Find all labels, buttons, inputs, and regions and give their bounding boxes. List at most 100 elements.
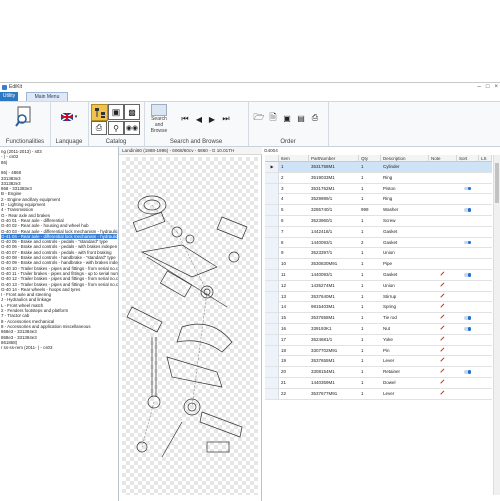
table-row[interactable]: 19 3537655M1 1 Lever: [265, 356, 492, 368]
table-row[interactable]: 10 3530830M91 1 Pipe: [265, 259, 492, 270]
table-row[interactable]: 14 9815403M1 1 Spring: [265, 302, 492, 314]
functionalities-button[interactable]: [14, 106, 34, 128]
row-indicator[interactable]: ▶: [265, 162, 279, 172]
column-header-qty[interactable]: Qty: [359, 155, 381, 162]
tree-item[interactable]: r ss-ss-rem (2011- ) - cs03: [1, 345, 52, 350]
parts-scrollbar[interactable]: [493, 155, 500, 495]
column-header-ls[interactable]: LS: [479, 155, 492, 162]
edit-note-icon[interactable]: [440, 303, 445, 309]
row-indicator[interactable]: [265, 226, 279, 237]
edit-note-icon[interactable]: [440, 314, 445, 320]
close-button[interactable]: ×: [494, 84, 498, 90]
row-indicator[interactable]: [265, 205, 279, 216]
edit-note-icon[interactable]: [440, 271, 445, 276]
row-indicator[interactable]: [265, 388, 279, 399]
table-row[interactable]: ▶ 1 3531758M1 1 Cylinder: [265, 162, 492, 173]
table-row[interactable]: 6 3523960/1 1 Screw: [265, 216, 492, 227]
edit-note-icon[interactable]: [440, 357, 445, 363]
row-indicator[interactable]: [265, 270, 279, 280]
order-send-button[interactable]: ▤: [295, 112, 307, 124]
maximize-button[interactable]: □: [486, 84, 490, 90]
order-new-button[interactable]: 🗎: [267, 112, 279, 124]
row-indicator[interactable]: [265, 356, 279, 367]
row-indicator[interactable]: [265, 280, 279, 291]
sort-toggle-icon[interactable]: [464, 327, 471, 331]
row-indicator[interactable]: [265, 194, 279, 205]
table-row[interactable]: 20 3308154M1 1 Retainer: [265, 367, 492, 378]
cell-item: 4: [281, 196, 284, 202]
tab-main-menu[interactable]: Main Menu: [26, 92, 68, 101]
edit-note-icon[interactable]: [440, 368, 445, 374]
row-indicator[interactable]: [265, 334, 279, 345]
row-indicator[interactable]: [265, 183, 279, 194]
row-indicator[interactable]: [265, 302, 279, 313]
language-selector[interactable]: ▾: [59, 112, 79, 122]
edit-note-icon[interactable]: [440, 379, 445, 384]
row-indicator[interactable]: [265, 259, 279, 270]
table-row[interactable]: 21 1440359M1 1 Dowel: [265, 378, 492, 389]
catalog-image-button[interactable]: ▩: [124, 104, 140, 120]
catalog-print-button[interactable]: ⎙: [91, 121, 107, 135]
minimize-button[interactable]: –: [478, 84, 481, 90]
table-row[interactable]: 15 3537658M1 1 Tie rod: [265, 313, 492, 324]
table-row[interactable]: 9 3523397/1 1 Union: [265, 248, 492, 260]
edit-note-icon[interactable]: [440, 390, 445, 395]
edit-note-icon[interactable]: [440, 336, 445, 341]
sort-toggle-icon[interactable]: [464, 186, 471, 191]
next-button[interactable]: ▶: [207, 114, 217, 124]
tab-utility[interactable]: Utility: [0, 92, 18, 101]
sort-toggle-icon[interactable]: [464, 316, 471, 320]
row-indicator[interactable]: [265, 367, 279, 378]
sort-toggle-icon[interactable]: [464, 240, 471, 245]
edit-note-icon[interactable]: [440, 347, 445, 352]
table-row[interactable]: 8 1440093/1 2 Gasket: [265, 237, 492, 249]
catalog-tree-button[interactable]: [91, 104, 108, 121]
tree-item[interactable]: 86): [1, 160, 7, 165]
table-row[interactable]: 2 3519033M1 1 Ring: [265, 172, 492, 184]
exploded-drawing[interactable]: [122, 157, 258, 495]
search-browse-button[interactable]: Search and Browse: [148, 104, 170, 134]
table-row[interactable]: 11 1440093/1 1 Gasket: [265, 270, 492, 281]
row-indicator[interactable]: [265, 172, 279, 183]
row-indicator[interactable]: [265, 345, 279, 356]
order-save-button[interactable]: ▣: [281, 112, 293, 124]
row-indicator[interactable]: [265, 313, 279, 324]
table-row[interactable]: 5 3285740/1 999 Washer: [265, 205, 492, 216]
row-indicator[interactable]: [265, 378, 279, 388]
table-row[interactable]: 16 339193K1 1 Nut: [265, 324, 492, 335]
catalog-book-button[interactable]: ▣: [108, 104, 124, 120]
order-open-button[interactable]: 🗁: [253, 112, 265, 124]
edit-note-icon[interactable]: [440, 325, 445, 330]
table-row[interactable]: 3 3531762M1 1 Piston: [265, 183, 492, 195]
edit-note-icon[interactable]: [440, 293, 445, 298]
sort-toggle-icon[interactable]: [464, 208, 471, 212]
sort-toggle-icon[interactable]: [464, 273, 471, 277]
edit-note-icon[interactable]: [440, 282, 445, 287]
table-row[interactable]: 13 3537640M1 1 Stirrup: [265, 291, 492, 303]
row-indicator[interactable]: [265, 248, 279, 259]
sort-toggle-icon[interactable]: [464, 370, 471, 374]
column-header-description[interactable]: Description: [381, 155, 429, 162]
drawing-header: Landini60 (1988-1995) - 6068/60cv - 6860…: [119, 147, 264, 155]
row-indicator[interactable]: [265, 216, 279, 226]
row-indicator[interactable]: [265, 291, 279, 302]
previous-button[interactable]: ◀: [194, 114, 204, 124]
row-indicator[interactable]: [265, 237, 279, 248]
column-header-partnumber[interactable]: PartNumber: [309, 155, 359, 162]
table-row[interactable]: 18 3307702M91 1 Pin: [265, 345, 492, 357]
scrollbar-thumb[interactable]: [495, 163, 499, 203]
first-page-button[interactable]: ⏮: [179, 114, 191, 124]
table-row[interactable]: 17 3524681/1 1 Yoke: [265, 334, 492, 346]
catalog-zoom-button[interactable]: ⚲: [108, 121, 124, 135]
catalog-binoculars-button[interactable]: ◉◉: [124, 121, 140, 135]
table-row[interactable]: 12 1435274M1 1 Union: [265, 280, 492, 292]
last-page-button[interactable]: ⏭: [220, 114, 232, 124]
table-row[interactable]: 4 3529989/1 1 Ring: [265, 194, 492, 206]
column-header-sort[interactable]: Sort: [457, 155, 479, 162]
row-indicator[interactable]: [265, 324, 279, 334]
column-header-item[interactable]: Item: [279, 155, 309, 162]
order-print-button[interactable]: ⎙: [309, 112, 321, 124]
table-row[interactable]: 7 1442418/1 1 Gasket: [265, 226, 492, 238]
table-row[interactable]: 22 3537677M91 1 Lever: [265, 388, 492, 400]
column-header-note[interactable]: Note: [429, 155, 457, 162]
